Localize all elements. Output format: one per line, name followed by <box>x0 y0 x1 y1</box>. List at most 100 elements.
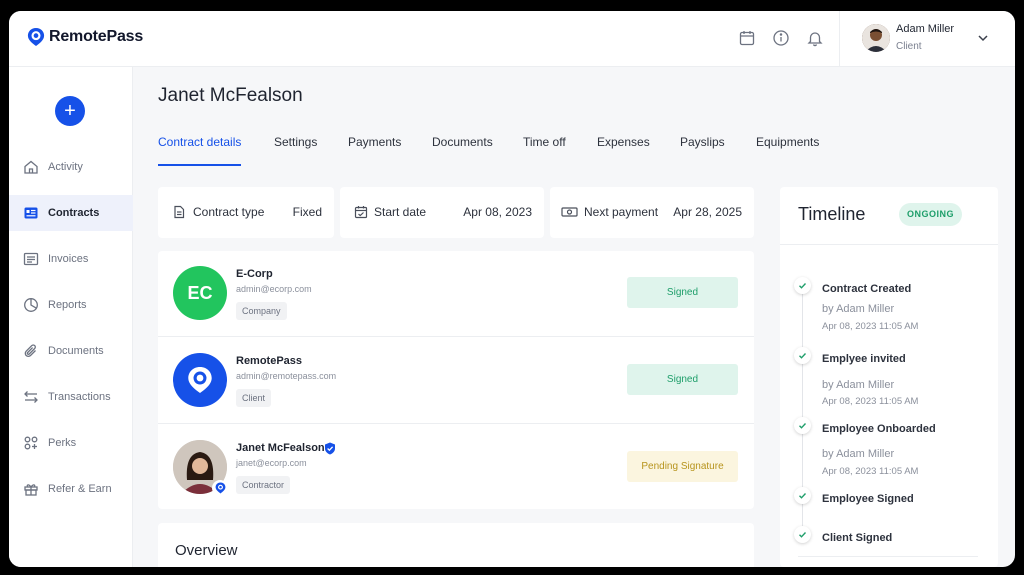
timeline-event-author: by Adam Miller <box>822 448 895 460</box>
remotepass-badge <box>212 480 228 496</box>
sidebar-item-label: Refer & Earn <box>48 483 112 495</box>
party-email: admin@ecorp.com <box>236 284 312 294</box>
tab-settings[interactable]: Settings <box>274 135 317 149</box>
timeline-event-author: by Adam Miller <box>822 379 895 391</box>
timeline-event-title: Emplyee invited <box>822 353 906 365</box>
company-logo: EC <box>173 266 227 320</box>
remotepass-logo-icon <box>27 28 45 46</box>
document-icon <box>174 205 185 219</box>
calendar-check-icon <box>354 206 368 219</box>
timeline-event-time: Apr 08, 2023 11:05 AM <box>822 396 919 407</box>
home-icon <box>24 160 38 174</box>
status-badge: Signed <box>627 277 738 308</box>
sidebar-item-invoices[interactable]: Invoices <box>9 241 133 277</box>
sidebar-item-label: Perks <box>48 437 77 449</box>
user-role: Client <box>896 41 922 52</box>
map-pin-logo-icon <box>188 367 212 393</box>
sidebar-item-contracts[interactable]: Contracts <box>9 195 133 231</box>
sidebar-item-reports[interactable]: Reports <box>9 287 133 323</box>
sidebar-item-transactions[interactable]: Transactions <box>9 379 133 415</box>
chevron-down-icon[interactable] <box>976 31 990 45</box>
money-icon <box>561 207 578 217</box>
timeline-header: Timeline ONGOING <box>780 187 998 245</box>
check-icon <box>794 417 811 434</box>
timeline-event-title: Employee Onboarded <box>822 423 936 435</box>
contract-type-value: Fixed <box>292 205 322 219</box>
perks-icon <box>24 436 38 450</box>
sidebar-item-documents[interactable]: Documents <box>9 333 133 369</box>
overview-title: Overview <box>175 542 238 559</box>
check-icon <box>794 526 811 543</box>
sidebar-item-perks[interactable]: Perks <box>9 425 133 461</box>
calendar-icon[interactable] <box>738 29 756 47</box>
party-role-tag: Client <box>236 389 272 407</box>
timeline-event-time: Apr 08, 2023 11:05 AM <box>822 466 919 477</box>
sidebar-item-refer-earn[interactable]: Refer & Earn <box>9 471 133 507</box>
invoice-icon <box>23 252 39 266</box>
next-payment-value: Apr 28, 2025 <box>673 205 742 219</box>
logo[interactable]: RemotePass <box>27 27 143 47</box>
timeline-divider <box>798 556 978 557</box>
party-name: RemotePass <box>236 355 303 367</box>
status-badge: Signed <box>627 364 738 395</box>
check-icon <box>794 347 811 364</box>
timeline-event-title: Employee Signed <box>822 493 914 505</box>
page-title: Janet McFealson <box>158 85 303 106</box>
tab-documents[interactable]: Documents <box>432 135 493 149</box>
party-name: Janet McFealson <box>236 442 325 454</box>
list-item: Janet McFealson janet@ecorp.com Contract… <box>158 425 754 511</box>
sidebar-item-activity[interactable]: Activity <box>9 149 133 185</box>
contract-type-label: Contract type <box>193 205 265 219</box>
list-item: EC E-Corp admin@ecorp.com Company Signed <box>158 251 754 337</box>
party-role-tag: Company <box>236 302 287 320</box>
party-role-tag: Contractor <box>236 476 291 494</box>
next-payment-card: Next payment Apr 28, 2025 <box>550 187 754 238</box>
bell-icon[interactable] <box>806 29 824 47</box>
timeline-status-badge: ONGOING <box>899 203 963 226</box>
pie-chart-icon <box>24 298 38 312</box>
tab-expenses[interactable]: Expenses <box>597 135 650 149</box>
user-name: Adam Miller <box>896 23 955 35</box>
sidebar-item-label: Documents <box>48 345 104 357</box>
status-badge: Pending Signature <box>627 451 738 482</box>
sidebar-item-label: Transactions <box>48 391 111 403</box>
signatories-list: EC E-Corp admin@ecorp.com Company Signed… <box>158 251 754 509</box>
overview-card: Overview <box>158 523 754 567</box>
active-tab-indicator <box>158 164 241 166</box>
tab-contract-details[interactable]: Contract details <box>158 135 241 149</box>
party-name: E-Corp <box>236 268 273 280</box>
contract-card-icon <box>24 207 38 219</box>
top-bar: RemotePass Adam Miller Client <box>9 11 1015 67</box>
sidebar: + Activity Contracts Invoices Reports Do… <box>9 67 133 567</box>
party-email: janet@ecorp.com <box>236 458 307 468</box>
start-date-value: Apr 08, 2023 <box>463 205 532 219</box>
add-button[interactable]: + <box>55 96 85 126</box>
arrows-icon <box>24 391 38 403</box>
sidebar-item-label: Activity <box>48 161 83 173</box>
tab-payments[interactable]: Payments <box>348 135 401 149</box>
avatar <box>862 24 890 52</box>
remotepass-logo <box>173 353 227 407</box>
tab-time-off[interactable]: Time off <box>523 135 566 149</box>
timeline-event-title: Client Signed <box>822 532 893 544</box>
info-icon[interactable] <box>772 29 790 47</box>
timeline-event-title: Contract Created <box>822 283 912 295</box>
timeline-title: Timeline <box>798 204 866 224</box>
list-item: RemotePass admin@remotepass.com Client S… <box>158 338 754 424</box>
user-menu[interactable]: Adam Miller Client <box>839 11 1015 67</box>
tab-equipments[interactable]: Equipments <box>756 135 819 149</box>
sidebar-item-label: Reports <box>48 299 87 311</box>
gift-icon <box>24 484 38 496</box>
brand-name: RemotePass <box>49 28 144 45</box>
timeline-panel: Timeline ONGOING Contract Created by Ada… <box>780 187 998 567</box>
tab-payslips[interactable]: Payslips <box>680 135 725 149</box>
verified-shield-icon <box>325 442 335 455</box>
timeline-event-time: Apr 08, 2023 11:05 AM <box>822 321 919 332</box>
check-icon <box>794 487 811 504</box>
sidebar-item-label: Invoices <box>48 253 89 265</box>
check-icon <box>794 277 811 294</box>
start-date-card: Start date Apr 08, 2023 <box>340 187 544 238</box>
party-email: admin@remotepass.com <box>236 371 337 381</box>
contract-type-card: Contract type Fixed <box>158 187 334 238</box>
timeline-event-author: by Adam Miller <box>822 303 895 315</box>
